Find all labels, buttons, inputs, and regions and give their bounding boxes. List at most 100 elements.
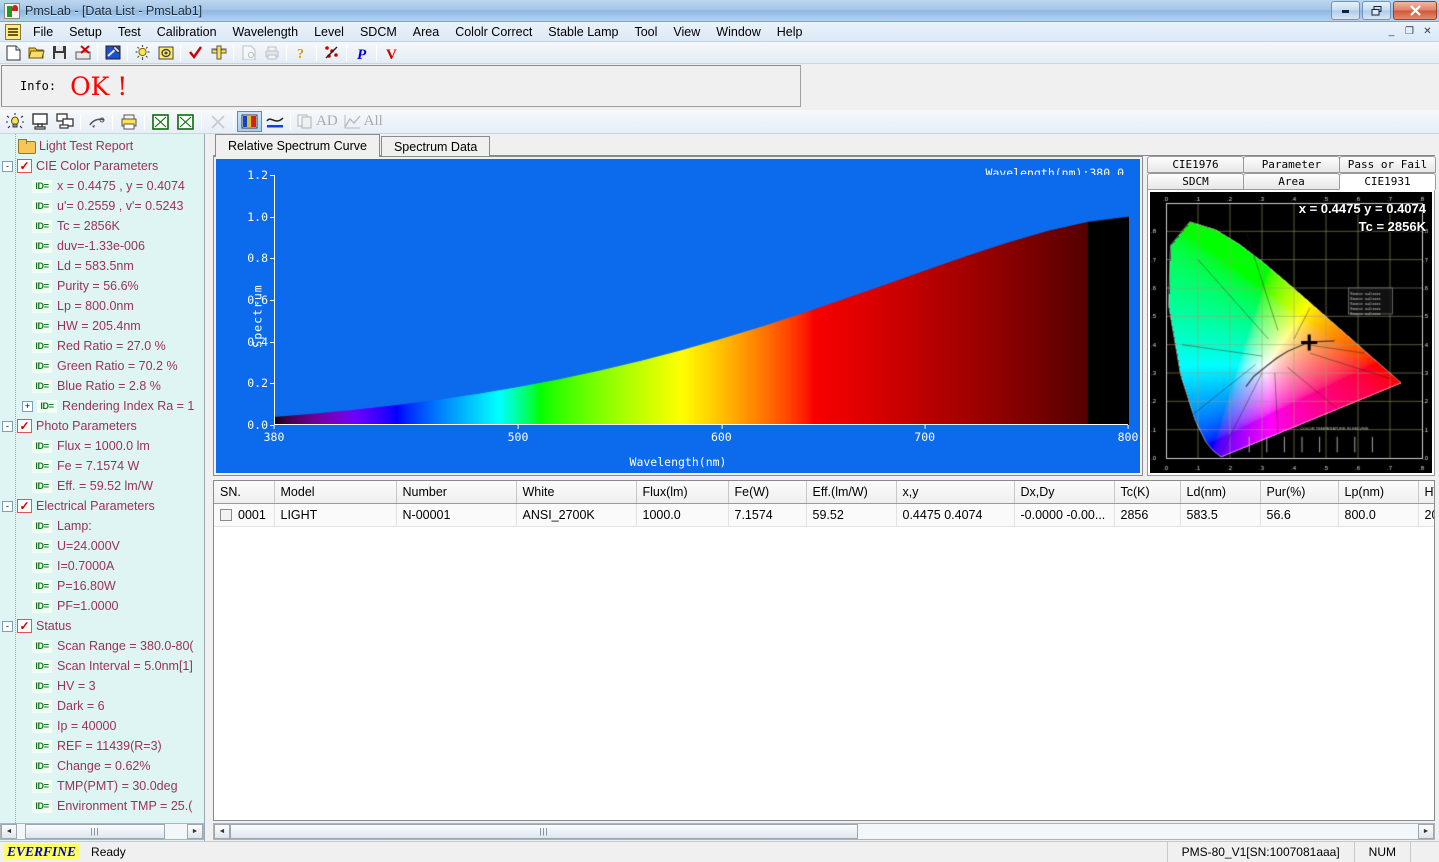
col-tc[interactable]: Tc(K) — [1114, 481, 1180, 503]
col-number[interactable]: Number — [396, 481, 516, 503]
collapse-toggle-icon[interactable]: - — [2, 161, 13, 172]
open-folder-icon[interactable] — [25, 43, 48, 63]
tree-item[interactable]: ID=Lamp: — [0, 516, 204, 536]
menu-help[interactable]: Help — [769, 23, 811, 41]
tab-cie1976[interactable]: CIE1976 — [1147, 156, 1244, 173]
printer-icon[interactable] — [116, 111, 141, 132]
menu-window[interactable]: Window — [708, 23, 768, 41]
color-chart-icon[interactable] — [237, 111, 262, 132]
tree-item[interactable]: ID=Scan Range = 380.0-80( — [0, 636, 204, 656]
collapse-toggle-icon[interactable]: - — [2, 501, 13, 512]
delete-record-icon[interactable] — [71, 43, 94, 63]
tree-item[interactable]: ID=PF=1.0000 — [0, 596, 204, 616]
print-preview-icon[interactable] — [237, 43, 260, 63]
excel-export-all-icon[interactable] — [173, 111, 198, 132]
p-report-icon[interactable]: P — [350, 43, 373, 63]
collapse-toggle-icon[interactable]: - — [2, 421, 13, 432]
copy-all-icon[interactable]: All — [341, 111, 386, 132]
save-icon[interactable] — [48, 43, 71, 63]
col-model[interactable]: Model — [274, 481, 396, 503]
cie-chromaticity-diagram[interactable]: x = 0.4475 y = 0.4074 Tc = 2856K — [1150, 192, 1432, 473]
tree-item[interactable]: -✓Electrical Parameters — [0, 496, 204, 516]
menu-calibration[interactable]: Calibration — [149, 23, 225, 41]
tree-item[interactable]: ID=duv=-1.33e-006 — [0, 236, 204, 256]
check-icon[interactable] — [184, 43, 207, 63]
tree-item[interactable]: ID=Scan Interval = 5.0nm[1] — [0, 656, 204, 676]
col-xy[interactable]: x,y — [896, 481, 1014, 503]
scroll-left-arrow[interactable]: ◄ — [214, 824, 230, 839]
tab-pass-or-fail[interactable]: Pass or Fail — [1339, 156, 1436, 173]
col-lp[interactable]: Lp(nm) — [1338, 481, 1418, 503]
export-image-icon[interactable] — [101, 43, 124, 63]
table-hscrollbar[interactable]: ◄ ||| ► — [213, 823, 1435, 840]
scroll-track[interactable]: ||| — [230, 824, 1418, 839]
row-checkbox[interactable] — [220, 509, 232, 521]
close-button[interactable] — [1393, 1, 1437, 20]
tree-item[interactable]: ID=Dark = 6 — [0, 696, 204, 716]
print-icon[interactable] — [260, 43, 283, 63]
v-report-icon[interactable]: V — [380, 43, 403, 63]
scroll-thumb[interactable]: ||| — [25, 824, 165, 839]
col-flux[interactable]: Flux(lm) — [636, 481, 728, 503]
tab-relative-spectrum-curve[interactable]: Relative Spectrum Curve — [215, 134, 380, 156]
scroll-thumb[interactable]: ||| — [230, 824, 858, 839]
menu-stable-lamp[interactable]: Stable Lamp — [540, 23, 626, 41]
tree-item[interactable]: ID=x = 0.4475 , y = 0.4074 — [0, 176, 204, 196]
tree-item[interactable]: ID=Tc = 2856K — [0, 216, 204, 236]
col-ld[interactable]: Ld(nm) — [1180, 481, 1260, 503]
target-icon[interactable] — [154, 43, 177, 63]
table-row[interactable]: 0001 LIGHT N-00001 ANSI_2700K 1000.0 7.1… — [214, 503, 1435, 526]
help-icon[interactable]: ? — [290, 43, 313, 63]
tree-item[interactable]: ID=HW = 205.4nm — [0, 316, 204, 336]
multi-monitor-icon[interactable] — [52, 111, 77, 132]
maximize-restore-button[interactable] — [1362, 1, 1391, 20]
mdi-close-button[interactable]: ✕ — [1419, 23, 1436, 39]
tree-item[interactable]: ID=Environment TMP = 25.( — [0, 796, 204, 816]
scroll-right-arrow[interactable]: ► — [187, 824, 203, 839]
tab-area[interactable]: Area — [1243, 173, 1340, 190]
ruler-icon[interactable] — [207, 43, 230, 63]
tree-item[interactable]: ID=Change = 0.62% — [0, 756, 204, 776]
tree-item[interactable]: ID=I=0.7000A — [0, 556, 204, 576]
menu-test[interactable]: Test — [110, 23, 149, 41]
hand-icon[interactable] — [84, 111, 109, 132]
tree-item[interactable]: ID=Lp = 800.0nm — [0, 296, 204, 316]
close-x-icon[interactable] — [205, 111, 230, 132]
tree-item[interactable]: ID=Ld = 583.5nm — [0, 256, 204, 276]
mdi-minimize-button[interactable]: _ — [1383, 23, 1400, 39]
col-pur[interactable]: Pur(%) — [1260, 481, 1338, 503]
mdi-restore-button[interactable]: ❐ — [1401, 23, 1418, 39]
col-eff[interactable]: Eff.(lm/W) — [806, 481, 896, 503]
copy-ad-icon[interactable]: AD — [294, 111, 341, 132]
light-test-icon[interactable] — [2, 111, 27, 132]
tree-item[interactable]: ID=Red Ratio = 27.0 % — [0, 336, 204, 356]
expand-toggle-icon[interactable]: + — [22, 401, 33, 412]
tree-item[interactable]: -✓Photo Parameters — [0, 416, 204, 436]
color-points-icon[interactable] — [320, 43, 343, 63]
menu-view[interactable]: View — [665, 23, 708, 41]
tree-item[interactable]: ID=Green Ratio = 70.2 % — [0, 356, 204, 376]
minimize-button[interactable] — [1331, 1, 1360, 20]
tree-item[interactable]: -✓CIE Color Parameters — [0, 156, 204, 176]
tree-item[interactable]: ID=P=16.80W — [0, 576, 204, 596]
scroll-right-arrow[interactable]: ► — [1418, 824, 1434, 839]
tree-item[interactable]: ID=HV = 3 — [0, 676, 204, 696]
col-sn[interactable]: SN. — [214, 481, 274, 503]
tree-item[interactable]: ID=Eff. = 59.52 lm/W — [0, 476, 204, 496]
tree-hscrollbar[interactable]: ◄ ||| ► — [0, 823, 204, 840]
col-fe[interactable]: Fe(W) — [728, 481, 806, 503]
tree-item[interactable]: ID=Flux = 1000.0 lm — [0, 436, 204, 456]
tree-item[interactable]: -✓Status — [0, 616, 204, 636]
col-hw[interactable]: HW(nm) — [1418, 481, 1435, 503]
menu-tool[interactable]: Tool — [626, 23, 665, 41]
menu-area[interactable]: Area — [405, 23, 447, 41]
spectrum-chart[interactable]: Wavelength(nm):380.0 Spectrum :0.0392 Sp… — [216, 159, 1140, 473]
tree-item[interactable]: Light Test Report — [0, 136, 204, 156]
scroll-left-arrow[interactable]: ◄ — [1, 824, 17, 839]
curve-chart-icon[interactable] — [262, 111, 287, 132]
col-white[interactable]: White — [516, 481, 636, 503]
collapse-toggle-icon[interactable]: - — [2, 621, 13, 632]
report-tree[interactable]: Light Test Report-✓CIE Color ParametersI… — [0, 134, 204, 823]
scroll-track[interactable]: ||| — [17, 824, 187, 839]
menu-sdcm[interactable]: SDCM — [352, 23, 405, 41]
